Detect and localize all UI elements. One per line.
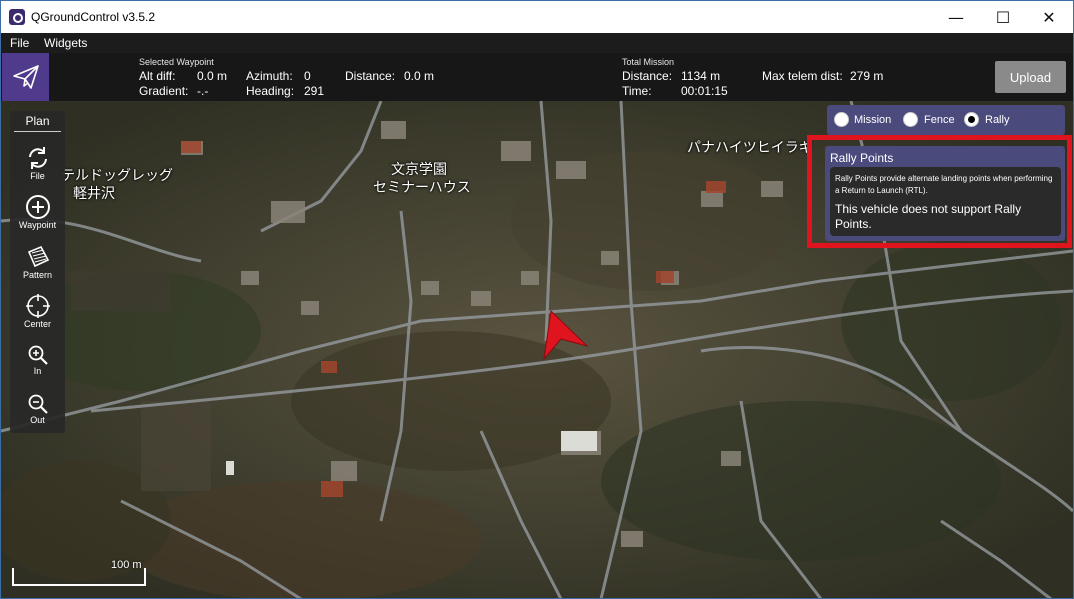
time-value: 00:01:15 bbox=[681, 84, 728, 98]
plan-toolbar: Selected Waypoint Alt diff: 0.0 m Gradie… bbox=[1, 53, 1073, 101]
tool-file[interactable]: File bbox=[10, 145, 65, 181]
max-telem-label: Max telem dist: bbox=[762, 69, 843, 83]
highlight-box bbox=[807, 135, 1072, 248]
distance-value: 0.0 m bbox=[404, 69, 435, 83]
heading-label: Heading: bbox=[246, 84, 295, 98]
zoom-out-icon bbox=[28, 394, 48, 414]
mission-radio-label[interactable]: Mission bbox=[854, 114, 891, 126]
menu-widgets[interactable]: Widgets bbox=[44, 36, 87, 50]
sync-icon bbox=[28, 147, 47, 169]
rally-radio-label[interactable]: Rally bbox=[985, 114, 1009, 126]
tool-center-label: Center bbox=[23, 319, 51, 329]
menu-file[interactable]: File bbox=[10, 36, 29, 50]
tool-waypoint[interactable]: Waypoint bbox=[10, 194, 65, 230]
gradient-value: -.- bbox=[197, 84, 209, 98]
minimize-button[interactable]: — bbox=[933, 1, 979, 33]
plan-panel-title: Plan bbox=[14, 114, 61, 132]
plan-tool-panel: Plan File Waypoint Pattern Center In Out bbox=[10, 111, 65, 433]
gradient-label: Gradient: bbox=[139, 84, 189, 98]
total-distance-value: 1134 m bbox=[681, 69, 721, 83]
alt-diff-label: Alt diff: bbox=[139, 69, 176, 83]
paper-plane-icon bbox=[12, 65, 39, 89]
tool-zoom-out-label: Out bbox=[30, 415, 45, 425]
tool-center[interactable]: Center bbox=[10, 293, 65, 329]
selected-waypoint-heading: Selected Waypoint bbox=[139, 57, 214, 67]
rally-radio[interactable] bbox=[964, 112, 979, 127]
map-scale: 100 m bbox=[11, 559, 151, 589]
tool-file-label: File bbox=[30, 171, 45, 181]
zoom-in-icon bbox=[28, 345, 48, 365]
plan-mode-selector: Mission Fence Rally bbox=[827, 105, 1065, 135]
fence-radio-label[interactable]: Fence bbox=[924, 114, 955, 126]
window-title: QGroundControl v3.5.2 bbox=[31, 10, 156, 24]
tool-waypoint-label: Waypoint bbox=[18, 220, 57, 230]
map-label-2: 軽井沢 bbox=[73, 186, 115, 202]
total-mission-heading: Total Mission bbox=[622, 57, 675, 67]
heading-value: 291 bbox=[304, 84, 325, 98]
azimuth-label: Azimuth: bbox=[246, 69, 293, 83]
alt-diff-value: 0.0 m bbox=[197, 69, 228, 83]
tool-zoom-in-label: In bbox=[33, 366, 42, 376]
tool-zoom-in[interactable]: In bbox=[10, 344, 65, 376]
time-label: Time: bbox=[622, 84, 652, 98]
menu-bar: File Widgets bbox=[1, 33, 1073, 53]
upload-button[interactable]: Upload bbox=[995, 61, 1066, 93]
plan-view-button[interactable] bbox=[2, 53, 49, 101]
map-label-4: セミナーハウス bbox=[373, 180, 471, 196]
map-label-3: 文京学園 bbox=[391, 162, 447, 178]
qgc-window: QGroundControl v3.5.2 — ☐ ✕ File Widgets… bbox=[0, 0, 1074, 599]
map-label-5: パナハイツヒイラギ bbox=[687, 140, 813, 156]
tool-zoom-out[interactable]: Out bbox=[10, 393, 65, 425]
fence-radio[interactable] bbox=[903, 112, 918, 127]
plus-circle-icon bbox=[25, 195, 50, 219]
maximize-button[interactable]: ☐ bbox=[980, 1, 1026, 33]
map-label-1: テルドッグレッグ bbox=[61, 168, 173, 184]
total-distance-label: Distance: bbox=[622, 69, 673, 83]
close-button[interactable]: ✕ bbox=[1026, 1, 1072, 33]
title-bar: QGroundControl v3.5.2 — ☐ ✕ bbox=[1, 1, 1073, 33]
distance-label: Distance: bbox=[345, 69, 396, 83]
mission-radio[interactable] bbox=[834, 112, 849, 127]
crosshair-icon bbox=[25, 294, 50, 318]
azimuth-value: 0 bbox=[304, 69, 311, 83]
max-telem-value: 279 m bbox=[850, 69, 884, 83]
pattern-icon bbox=[27, 245, 49, 268]
tool-pattern-label: Pattern bbox=[22, 270, 53, 280]
tool-pattern[interactable]: Pattern bbox=[10, 244, 65, 280]
app-logo-icon bbox=[9, 9, 25, 25]
scale-label: 100 m bbox=[111, 559, 142, 571]
